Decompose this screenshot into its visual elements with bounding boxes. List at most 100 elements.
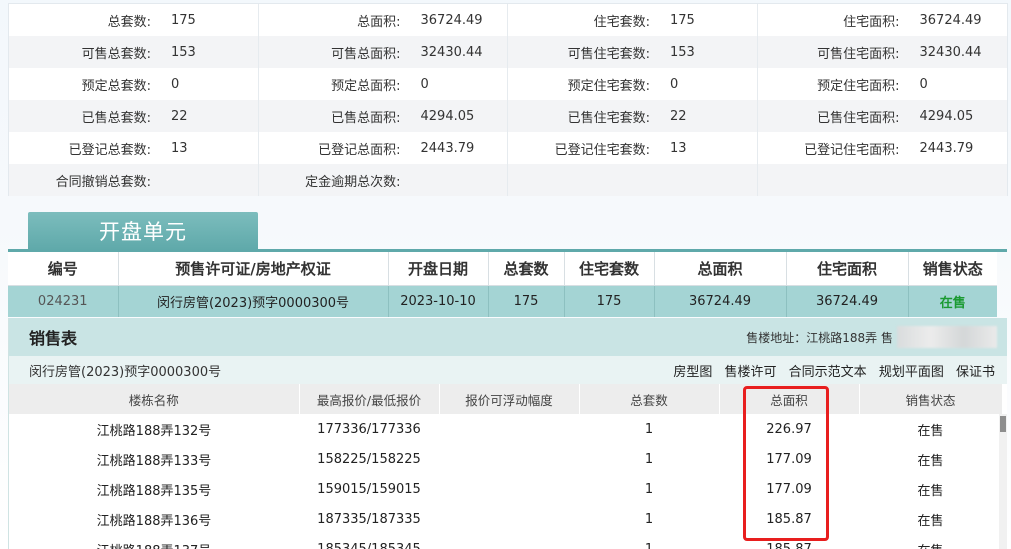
summary-label: 已登记住宅套数: — [554, 142, 650, 158]
summary-row: 已登记总套数: 13 已登记总面积: 2443.79 已登记住宅套数: 13 已登记住… — [9, 132, 1007, 164]
cell-sale-status: 在售 — [859, 414, 1002, 444]
col-header-sale-status: 销售状态 — [908, 252, 997, 286]
cell-float — [439, 444, 579, 474]
col-header-total-units: 总套数 — [488, 252, 565, 286]
link-contract-template[interactable]: 合同示范文本 — [789, 365, 867, 380]
cell-total-units: 1 — [644, 451, 654, 467]
col-header-float: 报价可浮动幅度 — [439, 384, 580, 414]
cell-permit[interactable]: 闵行房管(2023)预字0000300号 — [118, 285, 389, 317]
cell-price: 159015/159015 — [299, 474, 439, 504]
summary-value: 0 — [171, 76, 180, 92]
summary-grid: 总套数: 175 总面积: 36724.49 住宅套数: 175 住宅面积: 36724… — [8, 3, 1008, 196]
col-header-total-area: 总面积 — [654, 252, 787, 286]
cell-float — [439, 534, 579, 549]
summary-label: 预定总面积: — [331, 78, 401, 94]
summary-value: 36724.49 — [420, 12, 483, 28]
table-row[interactable]: 江桃路188弄137号 185345/185345 1 185.87 在售 — [9, 534, 1002, 549]
col-header-residential-area: 住宅面积 — [786, 252, 909, 286]
cell-building[interactable]: 江桃路188弄136号 — [9, 504, 299, 534]
summary-value: 175 — [171, 12, 196, 28]
summary-cell: 可售总套数: 153 — [9, 36, 259, 68]
cell-building[interactable]: 江桃路188弄133号 — [9, 444, 299, 474]
cell-building[interactable]: 江桃路188弄132号 — [9, 414, 299, 444]
cell-total-units: 175 — [488, 285, 565, 317]
summary-cell: 住宅套数: 175 — [508, 4, 758, 36]
cell-open-date: 2023-10-10 — [388, 285, 489, 317]
cell-float — [439, 474, 579, 504]
cell-sale-status: 在售 — [917, 513, 944, 529]
permit-number: 闵行房管(2023)预字0000300号 — [29, 364, 222, 380]
summary-value: 4294.05 — [919, 108, 974, 124]
cell-building[interactable]: 江桃路188弄137号 — [9, 534, 299, 549]
link-floor-plans[interactable]: 房型图 — [673, 365, 712, 380]
cell-sale-status: 在售 — [917, 453, 944, 469]
summary-value: 0 — [919, 76, 928, 92]
summary-cell: 可售总面积: 32430.44 — [259, 36, 508, 68]
scrollbar-thumb[interactable] — [1000, 416, 1006, 432]
summary-label: 已登记住宅面积: — [804, 142, 900, 158]
summary-value: 175 — [670, 12, 695, 28]
open-units-table: 编号 预售许可证/房地产权证 开盘日期 总套数 住宅套数 总面积 住宅面积 销售… — [8, 252, 997, 317]
summary-label: 可售住宅面积: — [817, 46, 900, 62]
summary-label: 已售住宅面积: — [817, 110, 900, 126]
summary-label: 已登记总面积: — [318, 142, 401, 158]
highlight-box — [743, 386, 829, 541]
link-site-plan[interactable]: 规划平面图 — [879, 365, 944, 380]
summary-label: 总面积: — [357, 14, 401, 30]
summary-cell: 预定总套数: 0 — [9, 68, 259, 100]
open-units-tab[interactable]: 开盘单元 — [28, 212, 258, 250]
cell-sale-status: 在售 — [859, 534, 1002, 549]
summary-cell: 预定总面积: 0 — [259, 68, 508, 100]
cell-total-units: 1 — [644, 511, 654, 527]
summary-cell: 合同撤销总套数: — [9, 164, 259, 196]
summary-cell: 已登记总套数: 13 — [9, 132, 259, 164]
summary-cell: 已售总面积: 4294.05 — [259, 100, 508, 132]
summary-cell: 已登记总面积: 2443.79 — [259, 132, 508, 164]
summary-value: 22 — [670, 108, 687, 124]
summary-label: 已售总套数: — [81, 110, 151, 126]
summary-cell: 定金逾期总次数: — [259, 164, 508, 196]
cell-building[interactable]: 江桃路188弄135号 — [9, 474, 299, 504]
summary-cell: 已登记住宅面积: 2443.79 — [758, 132, 1008, 164]
summary-cell: 住宅面积: 36724.49 — [758, 4, 1008, 36]
cell-price: 158225/158225 — [317, 451, 421, 467]
summary-value: 32430.44 — [420, 44, 483, 60]
summary-label: 预定住宅套数: — [567, 78, 650, 94]
summary-value: 13 — [670, 140, 687, 156]
sales-address: 售楼地址：江桃路188弄 售 — [746, 326, 997, 348]
cell-sale-status: 在售 — [859, 474, 1002, 504]
summary-cell: 总面积: 36724.49 — [259, 4, 508, 36]
sales-panel: 销售表 售楼地址：江桃路188弄 售 闵行房管(2023)预字0000300号 … — [8, 318, 1007, 549]
col-header-id: 编号 — [8, 252, 119, 286]
col-header-total-units: 总套数 — [579, 384, 720, 414]
redacted-block — [897, 326, 997, 348]
summary-label: 预定总套数: — [81, 78, 151, 94]
table-row[interactable]: 江桃路188弄132号 177336/177336 1 226.97 在售 — [9, 414, 1002, 444]
summary-row: 可售总套数: 153 可售总面积: 32430.44 可售住宅套数: 153 可售住宅… — [9, 36, 1007, 68]
summary-label: 住宅面积: — [843, 14, 900, 30]
col-header-price: 最高报价/最低报价 — [299, 384, 440, 414]
summary-value: 0 — [420, 76, 429, 92]
summary-row: 总套数: 175 总面积: 36724.49 住宅套数: 175 住宅面积: 36724… — [9, 4, 1007, 36]
sales-table: 楼栋名称 最高报价/最低报价 报价可浮动幅度 总套数 总面积 销售状态 江桃路1… — [9, 384, 1003, 549]
table-row[interactable]: 024231 闵行房管(2023)预字0000300号 2023-10-10 1… — [8, 285, 997, 317]
col-header-open-date: 开盘日期 — [388, 252, 489, 286]
table-row[interactable]: 江桃路188弄136号 187335/187335 1 185.87 在售 — [9, 504, 1002, 534]
cell-price: 185345/185345 — [299, 534, 439, 549]
sales-header: 销售表 售楼地址：江桃路188弄 售 — [9, 318, 1007, 356]
summary-cell: 已售住宅面积: 4294.05 — [758, 100, 1008, 132]
summary-value: 13 — [171, 140, 188, 156]
vertical-scrollbar[interactable] — [999, 414, 1007, 549]
table-row[interactable]: 江桃路188弄133号 158225/158225 1 177.09 在售 — [9, 444, 1002, 474]
summary-value: 2443.79 — [420, 140, 475, 156]
summary-cell: 已售住宅套数: 22 — [508, 100, 758, 132]
summary-label: 可售总面积: — [331, 46, 401, 62]
cell-price: 177336/177336 — [299, 414, 439, 444]
cell-float — [439, 504, 579, 534]
summary-cell: 总套数: 175 — [9, 4, 259, 36]
summary-label: 合同撤销总套数: — [55, 174, 151, 190]
summary-label: 已售总面积: — [331, 110, 401, 126]
link-sales-permit[interactable]: 售楼许可 — [725, 365, 777, 380]
table-row[interactable]: 江桃路188弄135号 159015/159015 1 177.09 在售 — [9, 474, 1002, 504]
link-guarantee[interactable]: 保证书 — [956, 365, 995, 380]
